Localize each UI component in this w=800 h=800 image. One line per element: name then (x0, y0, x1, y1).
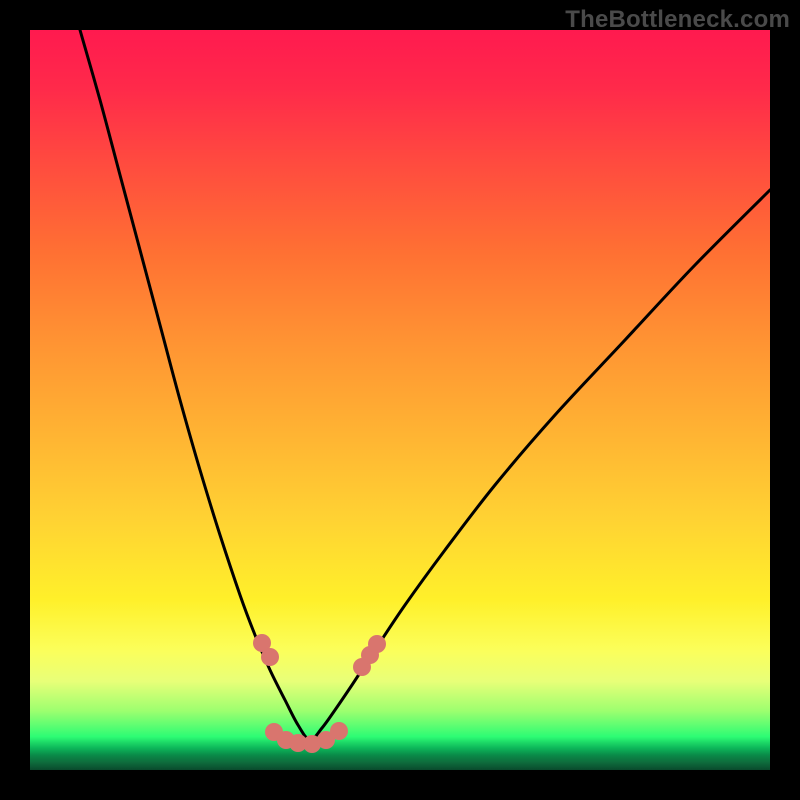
data-dot (330, 722, 348, 740)
chart-frame: TheBottleneck.com (0, 0, 800, 800)
v-curve (80, 30, 770, 740)
trough-dots (253, 634, 386, 753)
data-dot (368, 635, 386, 653)
plot-area (30, 30, 770, 770)
data-dot (261, 648, 279, 666)
curve-layer (30, 30, 770, 770)
